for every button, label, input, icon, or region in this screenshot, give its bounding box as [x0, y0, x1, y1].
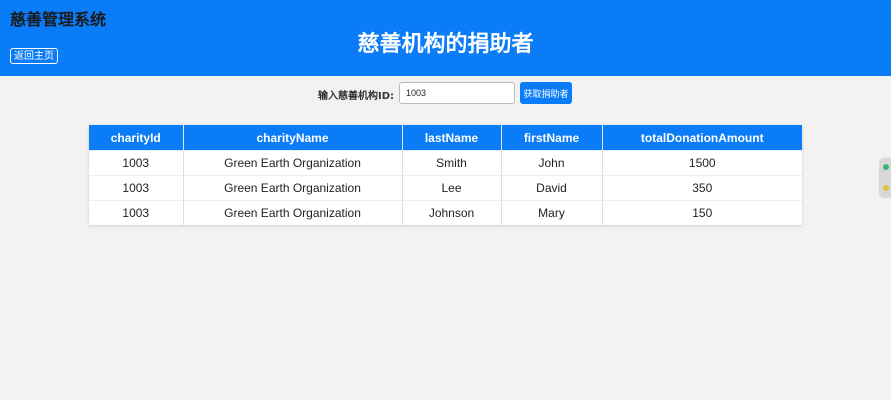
cell-charity-id: 1003 [89, 200, 184, 225]
column-header-charity-id: charityId [89, 125, 184, 151]
cell-last-name: Johnson [402, 200, 502, 225]
column-header-first-name: firstName [501, 125, 603, 151]
table-row: 1003 Green Earth Organization Lee David … [89, 175, 802, 201]
table-row: 1003 Green Earth Organization Smith John… [89, 150, 802, 176]
cell-charity-name: Green Earth Organization [183, 175, 403, 201]
cell-first-name: Mary [501, 200, 603, 225]
donors-table: charityId charityName lastName firstName… [89, 125, 802, 225]
cell-last-name: Smith [402, 150, 502, 176]
yellow-dot-icon [883, 185, 889, 191]
green-dot-icon [883, 164, 889, 170]
page-header: 慈善管理系统 慈善机构的捐助者 返回主页 [0, 0, 891, 76]
page-title: 慈善机构的捐助者 [357, 32, 534, 57]
table-row: 1003 Green Earth Organization Johnson Ma… [89, 200, 802, 225]
search-bar: 输入慈善机构ID: 获取捐助者 [0, 82, 891, 104]
cell-total-donation-amount: 150 [602, 200, 802, 225]
charity-id-label: 输入慈善机构ID: [318, 91, 395, 102]
cell-total-donation-amount: 350 [602, 175, 802, 201]
cell-charity-id: 1003 [89, 150, 184, 176]
cell-first-name: David [501, 175, 603, 201]
cell-last-name: Lee [402, 175, 502, 201]
table-header-row: charityId charityName lastName firstName… [89, 125, 802, 151]
cell-charity-name: Green Earth Organization [183, 150, 403, 176]
cell-total-donation-amount: 1500 [602, 150, 802, 176]
column-header-charity-name: charityName [183, 125, 403, 151]
cell-charity-name: Green Earth Organization [183, 200, 403, 225]
cell-first-name: John [501, 150, 603, 176]
cell-charity-id: 1003 [89, 175, 184, 201]
get-donors-button[interactable]: 获取捐助者 [520, 82, 572, 104]
column-header-total-donation-amount: totalDonationAmount [602, 125, 802, 151]
back-home-button[interactable]: 返回主页 [10, 48, 58, 64]
column-header-last-name: lastName [402, 125, 502, 151]
charity-id-input[interactable] [399, 82, 515, 104]
side-extension-handle[interactable] [879, 158, 891, 198]
